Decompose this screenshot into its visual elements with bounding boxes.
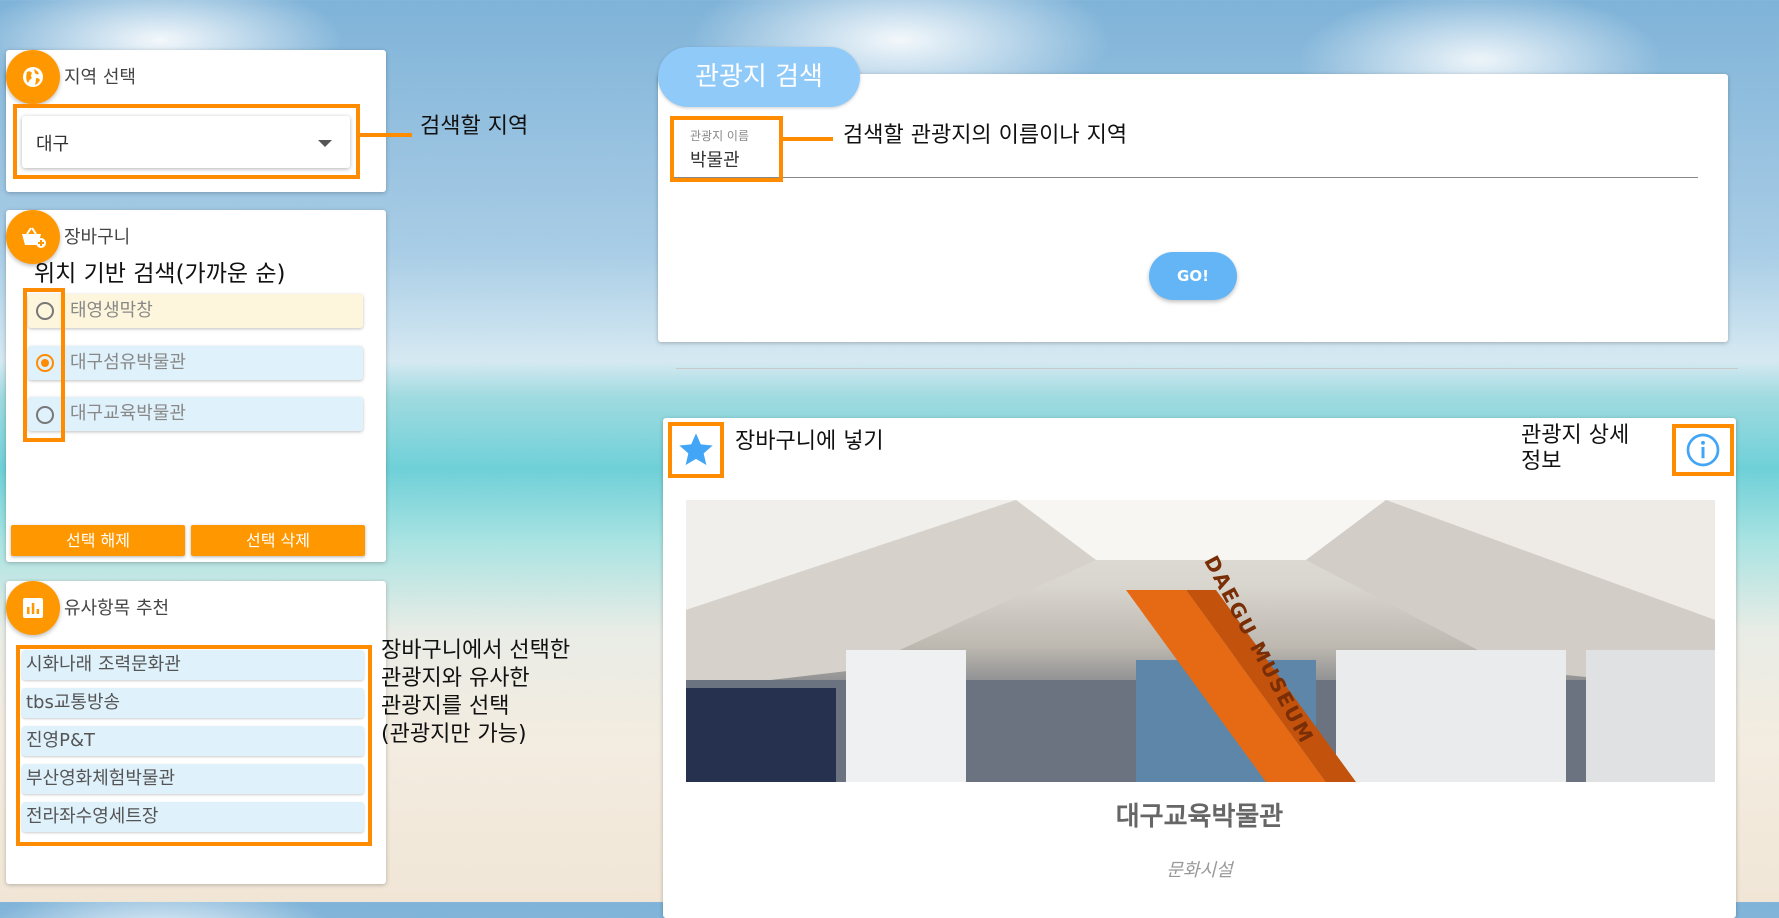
search-tab: 관광지 검색: [658, 47, 860, 107]
detail-annotation-line: 정보: [1521, 449, 1562, 475]
cart-item-1[interactable]: 태영생막창: [28, 294, 363, 328]
cart-item-2[interactable]: 대구섬유박물관: [28, 346, 363, 380]
deselect-button[interactable]: 선택 해제: [11, 525, 185, 556]
similar-annotation-line: 장바구니에서 선택한: [381, 638, 571, 663]
go-button[interactable]: GO!: [1149, 252, 1237, 300]
search-annotation: 검색할 관광지의 이름이나 지역: [843, 123, 1128, 148]
globe-icon: [23, 67, 43, 87]
museum-interior-graphic: [686, 500, 1715, 782]
similar-annotation: 장바구니에서 선택한 관광지와 유사한 관광지를 선택 (관광지만 가능): [381, 637, 570, 749]
cart-title: 장바구니: [64, 227, 131, 248]
similar-annotation-line: 관광지와 유사한: [381, 665, 530, 691]
similar-annotation-line: (관광지만 가능): [381, 721, 527, 747]
cart-subtitle: 위치 기반 검색(가까운 순): [34, 261, 286, 287]
similar-title: 유사항목 추천: [64, 598, 170, 619]
search-card: GO!: [658, 74, 1728, 342]
detail-annotation-line: 관광지 상세: [1521, 423, 1630, 448]
region-badge: [6, 50, 60, 104]
chart-icon: [23, 598, 43, 618]
cart-item-3[interactable]: 대구교육박물관: [28, 397, 363, 431]
region-select-highlight: [13, 104, 360, 179]
cart-item-label: 태영생막창: [70, 300, 153, 321]
section-divider: [676, 368, 1738, 369]
region-title: 지역 선택: [64, 67, 136, 88]
similar-list-highlight: [16, 645, 372, 846]
detail-annotation: 관광지 상세 정보: [1521, 423, 1629, 476]
delete-button[interactable]: 선택 삭제: [191, 525, 365, 556]
attraction-name: 대구교육박물관: [1115, 802, 1284, 832]
result-card: DAEGU MUSEUM 대구교육박물관 문화시설: [663, 418, 1736, 918]
similar-annotation-line: 관광지를 선택: [381, 693, 510, 719]
attraction-image: DAEGU MUSEUM: [686, 500, 1715, 782]
region-annotation-line: [360, 133, 412, 137]
cart-radio-highlight: [23, 288, 65, 442]
cart-badge: [6, 210, 60, 264]
similar-badge: [6, 581, 60, 635]
basket-add-icon: [22, 227, 46, 248]
cart-item-label: 대구섬유박물관: [70, 352, 186, 373]
search-field-highlight: [670, 116, 783, 182]
cart-item-label: 대구교육박물관: [70, 403, 186, 424]
search-field-underline: [670, 177, 1698, 178]
region-annotation: 검색할 지역: [420, 114, 529, 139]
attraction-category: 문화시설: [1166, 860, 1233, 881]
search-annotation-line: [783, 137, 833, 141]
add-to-cart-annotation: 장바구니에 넣기: [735, 429, 884, 454]
add-to-cart-highlight: [668, 422, 724, 478]
detail-info-highlight: [1672, 424, 1734, 476]
